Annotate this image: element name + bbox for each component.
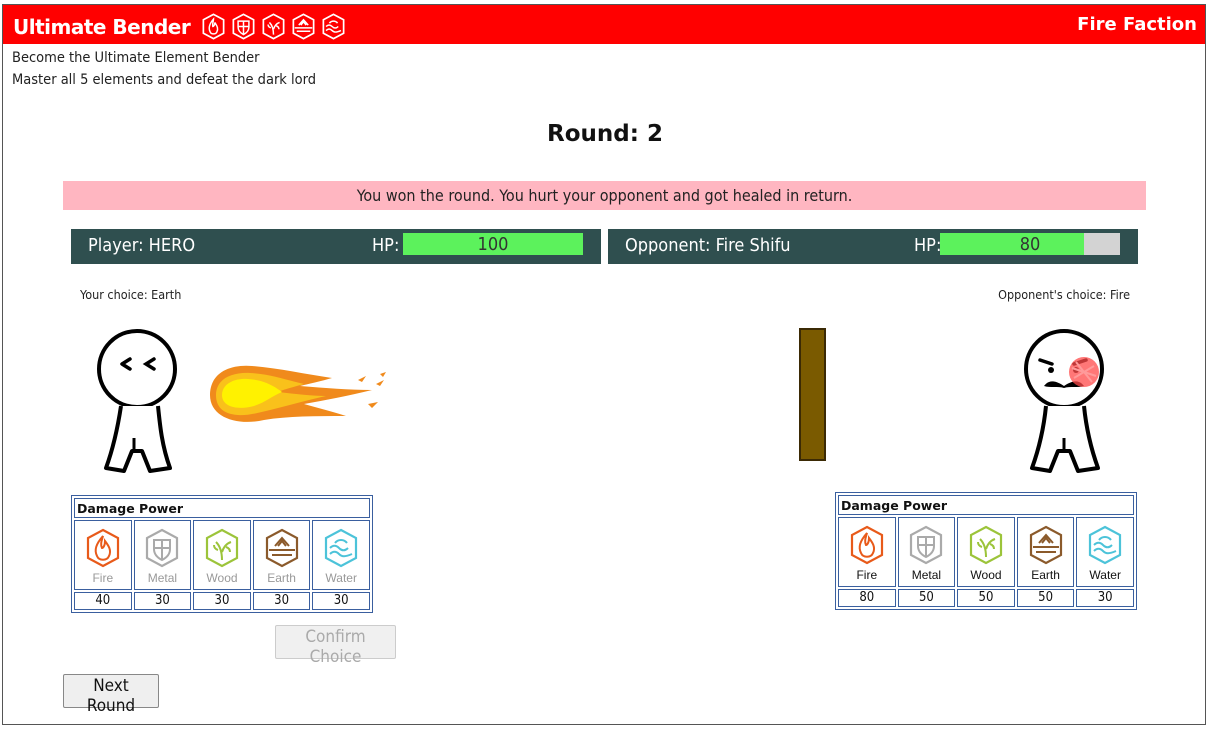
- opponent-damage-table: Damage Power Fire Metal Wood Earth Water…: [835, 492, 1137, 610]
- opponent-element-earth: Earth: [1016, 517, 1075, 587]
- earth-icon: [1029, 525, 1062, 565]
- element-label: Water: [1089, 568, 1121, 582]
- player-element-earth[interactable]: Earth: [252, 520, 311, 590]
- intro-text: Become the Ultimate Element Bender Maste…: [12, 47, 316, 91]
- opponent-character: [1024, 329, 1104, 473]
- wood-post: [799, 328, 826, 461]
- fire-icon: [850, 525, 883, 565]
- player-damage-wood: 30: [193, 592, 251, 610]
- player-damage-fire: 40: [74, 592, 132, 610]
- opponent-choice: Opponent's choice: Fire: [998, 287, 1130, 302]
- opponent-element-fire: Fire: [838, 517, 896, 587]
- intro-line-2: Master all 5 elements and defeat the dar…: [12, 72, 316, 88]
- player-element-metal[interactable]: Metal: [133, 520, 192, 590]
- player-hp-value: 100: [477, 234, 509, 255]
- player-damage-title: Damage Power: [74, 498, 370, 518]
- fireball-projectile: [210, 365, 386, 422]
- metal-icon: [910, 525, 943, 565]
- player-damage-earth: 30: [252, 592, 311, 610]
- round-title: Round: 2: [547, 121, 663, 147]
- opponent-damage-water: 30: [1076, 589, 1134, 607]
- brand: Ultimate Bender: [13, 13, 347, 40]
- opponent-hp-track: 80: [940, 233, 1120, 255]
- element-label: Wood: [206, 571, 238, 585]
- opponent-hp-bar: Opponent: Fire Shifu HP: 80: [608, 229, 1138, 264]
- app-title: Ultimate Bender: [13, 14, 191, 39]
- wood-icon: [205, 528, 239, 568]
- earth-icon: [265, 528, 298, 568]
- opponent-damage-earth: 50: [1016, 589, 1075, 607]
- intro-line-1: Become the Ultimate Element Bender: [12, 50, 260, 66]
- player-choice: Your choice: Earth: [80, 287, 182, 302]
- element-label: Wood: [970, 568, 1002, 582]
- wood-icon: [262, 13, 285, 40]
- opponent-element-wood: Wood: [957, 517, 1015, 587]
- element-label: Earth: [267, 571, 296, 585]
- next-round-button[interactable]: Next Round: [63, 674, 159, 716]
- hero-character: [97, 329, 177, 473]
- top-bar: Ultimate Bender Fire Faction: [3, 5, 1205, 44]
- faction-label: Fire Faction: [1077, 14, 1197, 35]
- opponent-damage-title: Damage Power: [838, 495, 1134, 515]
- opponent-hp-value: 80: [1019, 234, 1041, 255]
- player-damage-water: 30: [312, 592, 370, 610]
- player-damage-metal: 30: [133, 592, 192, 610]
- earth-icon: [292, 13, 315, 40]
- player-element-fire[interactable]: Fire: [74, 520, 132, 590]
- burn-mark: [1069, 357, 1099, 387]
- element-label: Water: [325, 571, 357, 585]
- opponent-damage-fire: 80: [838, 589, 896, 607]
- element-label: Fire: [856, 568, 878, 582]
- metal-icon: [232, 13, 255, 40]
- confirm-choice-button[interactable]: Confirm Choice: [275, 625, 396, 667]
- player-hp-label: HP:: [372, 235, 400, 256]
- player-hp-track: 100: [403, 233, 583, 255]
- player-name: Player: HERO: [88, 235, 196, 256]
- player-element-wood[interactable]: Wood: [193, 520, 251, 590]
- water-icon: [322, 13, 345, 40]
- player-damage-table: Damage Power Fire Metal Wood Earth Water…: [71, 495, 373, 613]
- opponent-element-metal: Metal: [897, 517, 956, 587]
- element-label: Fire: [92, 571, 114, 585]
- opponent-damage-metal: 50: [897, 589, 956, 607]
- water-icon: [1089, 525, 1122, 565]
- fire-icon: [202, 13, 225, 40]
- element-label: Earth: [1031, 568, 1060, 582]
- fire-icon: [86, 528, 119, 568]
- element-label: Metal: [911, 568, 942, 582]
- element-label: Metal: [147, 571, 178, 585]
- water-icon: [325, 528, 358, 568]
- opponent-damage-wood: 50: [957, 589, 1015, 607]
- brand-icons: [200, 13, 347, 40]
- player-hp-bar: Player: HERO HP: 100: [71, 229, 601, 264]
- wood-icon: [969, 525, 1003, 565]
- opponent-element-water: Water: [1076, 517, 1134, 587]
- opponent-hp-label: HP:: [914, 235, 942, 256]
- player-element-water[interactable]: Water: [312, 520, 370, 590]
- result-banner: You won the round. You hurt your opponen…: [63, 181, 1146, 210]
- opponent-name: Opponent: Fire Shifu: [625, 235, 791, 256]
- metal-icon: [146, 528, 179, 568]
